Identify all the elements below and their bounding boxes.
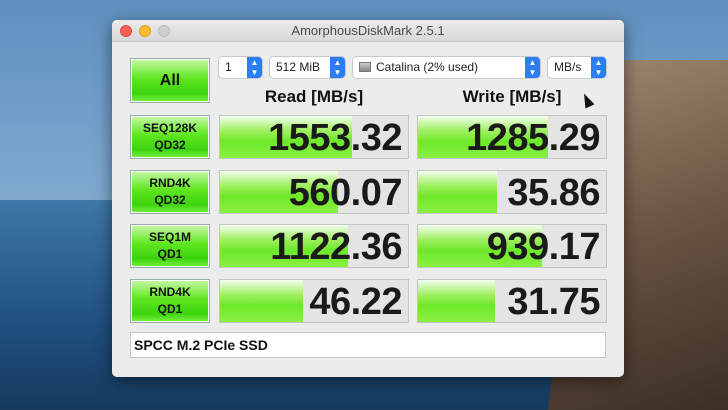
minimize-button[interactable] bbox=[139, 25, 151, 37]
stepper-icon: ▲ ▼ bbox=[247, 57, 262, 78]
write-value: 939.17 bbox=[486, 226, 601, 268]
write-bar bbox=[418, 171, 497, 213]
zoom-button[interactable] bbox=[158, 25, 170, 37]
test-label: SEQ128K QD32 bbox=[142, 121, 198, 152]
test-button[interactable]: SEQ128K QD32 bbox=[130, 115, 210, 159]
disk-select[interactable]: Catalina (2% used) ▲ ▼ bbox=[353, 57, 540, 78]
read-result: 1122.36 bbox=[219, 224, 409, 268]
all-label: All bbox=[159, 71, 181, 89]
read-header: Read [MB/s] bbox=[264, 87, 364, 106]
unit-value: MB/s bbox=[554, 60, 582, 74]
read-bar bbox=[220, 280, 303, 322]
unit-select[interactable]: MB/s ▲ ▼ bbox=[548, 57, 606, 78]
read-result: 46.22 bbox=[219, 279, 409, 323]
test-label: SEQ1M QD1 bbox=[148, 230, 191, 261]
test-button[interactable]: RND4K QD32 bbox=[130, 170, 210, 214]
read-value: 1553.32 bbox=[268, 117, 402, 159]
test-label: RND4K QD1 bbox=[149, 285, 191, 316]
read-value: 1122.36 bbox=[270, 226, 402, 268]
size-value: 512 MiB bbox=[276, 60, 321, 74]
stepper-icon: ▲ ▼ bbox=[525, 57, 540, 78]
count-value: 1 bbox=[225, 60, 232, 74]
read-value: 46.22 bbox=[309, 281, 402, 323]
write-bar bbox=[418, 280, 496, 322]
test-label: RND4K QD32 bbox=[149, 176, 191, 207]
close-button[interactable] bbox=[120, 25, 132, 37]
disk-value: Catalina (2% used) bbox=[376, 60, 479, 74]
write-result: 1285.29 bbox=[417, 115, 607, 159]
write-result: 31.75 bbox=[417, 279, 607, 323]
device-name-field[interactable]: SPCC M.2 PCIe SSD bbox=[130, 332, 606, 358]
size-select[interactable]: 512 MiB ▲ ▼ bbox=[270, 57, 345, 78]
test-button[interactable]: SEQ1M QD1 bbox=[130, 224, 210, 268]
read-result: 1553.32 bbox=[219, 115, 409, 159]
stepper-icon: ▲ ▼ bbox=[330, 57, 345, 78]
write-result: 35.86 bbox=[417, 170, 607, 214]
test-button[interactable]: RND4K QD1 bbox=[130, 279, 210, 323]
write-value: 35.86 bbox=[507, 172, 600, 214]
title-bar[interactable]: AmorphousDiskMark 2.5.1 bbox=[112, 20, 624, 42]
write-value: 31.75 bbox=[507, 281, 600, 323]
write-value: 1285.29 bbox=[466, 117, 600, 159]
write-result: 939.17 bbox=[417, 224, 607, 268]
count-select[interactable]: 1 ▲ ▼ bbox=[219, 57, 262, 78]
read-result: 560.07 bbox=[219, 170, 409, 214]
disk-icon bbox=[359, 62, 371, 72]
window-title: AmorphousDiskMark 2.5.1 bbox=[291, 23, 445, 38]
write-header: Write [MB/s] bbox=[462, 87, 562, 106]
app-window: AmorphousDiskMark 2.5.1 All 1 ▲ ▼ 512 MiB ▲… bbox=[112, 20, 624, 377]
all-button[interactable]: All bbox=[130, 58, 210, 103]
read-value: 560.07 bbox=[288, 172, 403, 214]
stepper-icon: ▲ ▼ bbox=[591, 57, 606, 78]
